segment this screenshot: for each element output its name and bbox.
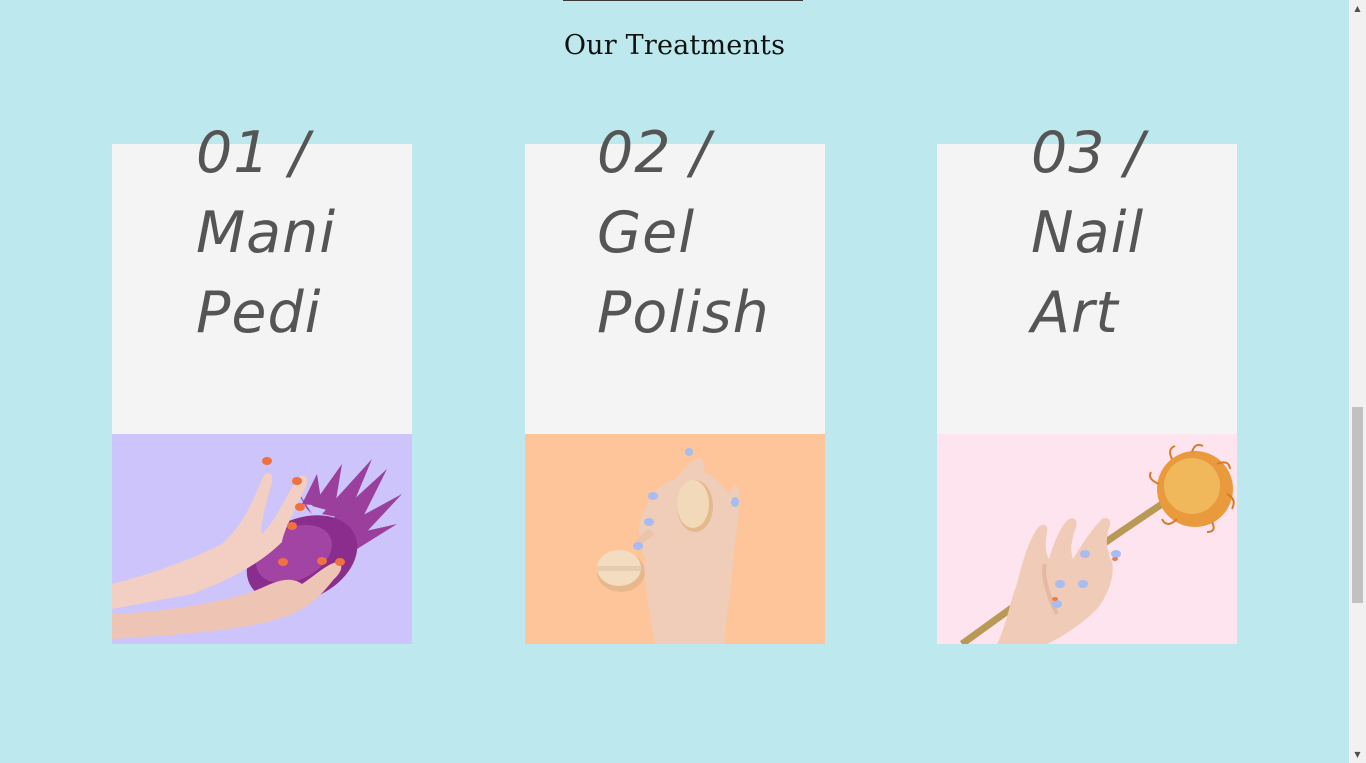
vertical-scrollbar[interactable]: ▲ ▼	[1349, 0, 1366, 763]
treatment-name-line1: Nail	[1031, 200, 1145, 266]
scrollbar-thumb[interactable]	[1352, 407, 1363, 603]
treatment-number: 03 /	[1031, 120, 1145, 186]
treatment-name-line2: Pedi	[196, 280, 322, 346]
treatment-heading: 03 / Nail Art	[1031, 113, 1145, 353]
treatment-card-mani-pedi[interactable]: 01 / Mani Pedi	[112, 120, 412, 644]
treatment-number: 01 /	[196, 120, 310, 186]
hand-with-macarons-image	[525, 434, 825, 644]
treatment-heading: 01 / Mani Pedi	[196, 113, 336, 353]
treatment-card-nail-art[interactable]: 03 / Nail Art	[937, 120, 1237, 644]
scroll-up-arrow-icon[interactable]: ▲	[1349, 0, 1366, 17]
hand-with-pineapple-image	[112, 434, 412, 644]
treatment-name-line2: Polish	[597, 280, 770, 346]
treatment-heading: 02 / Gel Polish	[597, 113, 770, 353]
treatment-name-line1: Mani	[196, 200, 337, 266]
scroll-down-arrow-icon[interactable]: ▼	[1349, 746, 1366, 763]
section-title: Our Treatments	[563, 30, 786, 61]
treatment-name-line2: Art	[1031, 280, 1119, 346]
hand-with-flower-image	[937, 434, 1237, 644]
treatment-name-line1: Gel	[597, 200, 696, 266]
top-divider-line	[563, 0, 803, 1]
treatment-number: 02 /	[597, 120, 711, 186]
treatment-card-gel-polish[interactable]: 02 / Gel Polish	[525, 120, 825, 644]
